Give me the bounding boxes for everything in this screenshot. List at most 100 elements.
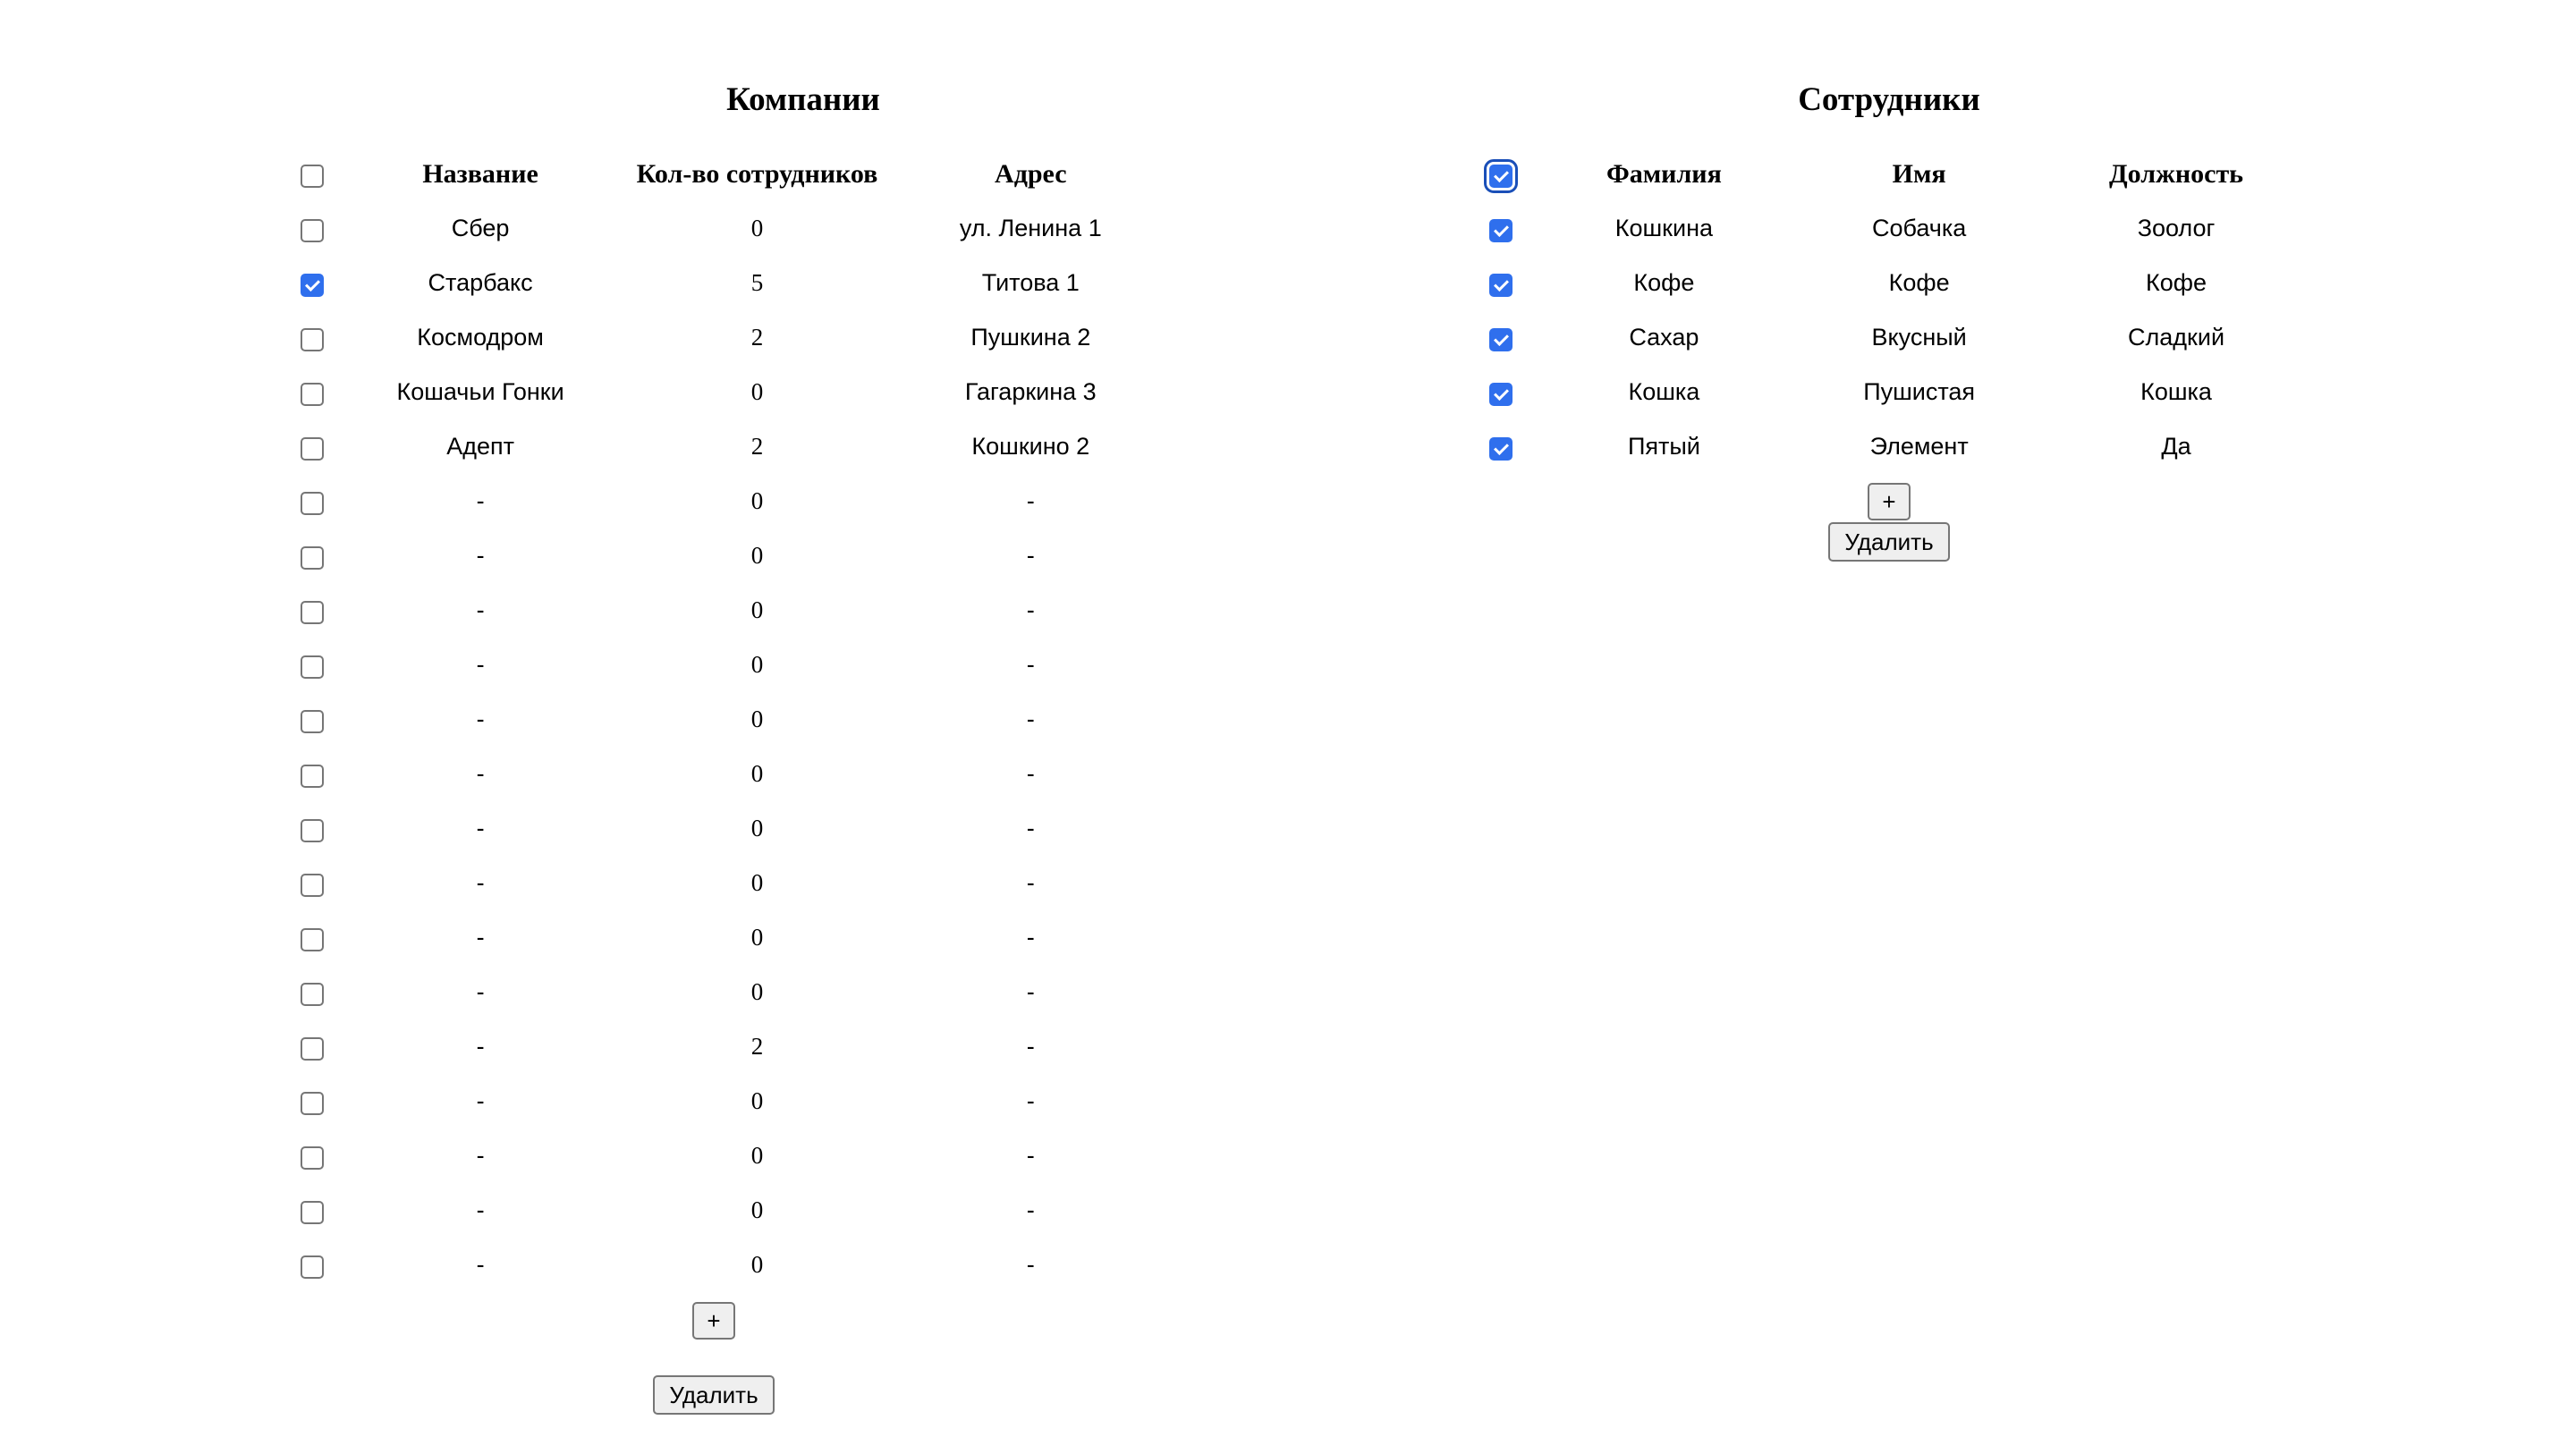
column-header-last-name: Фамилия: [1606, 159, 1722, 189]
company-name-cell: -: [476, 1087, 485, 1114]
employee-row-checkbox[interactable]: [1488, 382, 1513, 406]
company-name-cell: -: [476, 1251, 485, 1278]
company-address-cell: -: [1026, 596, 1035, 623]
company-count-cell: 0: [750, 706, 764, 732]
company-row-checkbox[interactable]: [300, 382, 324, 406]
company-row-checkbox[interactable]: [300, 873, 324, 897]
column-header-first-name: Имя: [1892, 159, 1946, 189]
company-count-cell: 2: [750, 1033, 764, 1060]
company-name-cell: Сбер: [451, 215, 510, 241]
company-row-checkbox[interactable]: [300, 764, 324, 788]
companies-title: Компании: [726, 81, 880, 118]
employee-last-name-cell: Сахар: [1629, 324, 1699, 351]
employee-position-cell: Кошка: [2140, 378, 2212, 405]
company-address-cell: -: [1026, 706, 1035, 732]
employee-row-checkbox[interactable]: [1488, 218, 1513, 242]
company-row-checkbox[interactable]: [300, 1091, 324, 1115]
company-address-cell: -: [1026, 760, 1035, 787]
company-address-cell: -: [1026, 487, 1035, 514]
employee-row: Сахар Вкусный Сладкий: [1467, 310, 2304, 365]
company-count-cell: 0: [750, 1142, 764, 1169]
company-row: Сбер 0 ул. Ленина 1: [279, 201, 1159, 256]
company-row: - 0 -: [279, 528, 1159, 583]
company-row: Адепт 2 Кошкино 2: [279, 419, 1159, 474]
column-header-count: Кол-во сотрудников: [636, 159, 878, 189]
company-count-cell: 0: [750, 978, 764, 1005]
employee-row: Кошка Пушистая Кошка: [1467, 365, 2304, 419]
column-header-name: Название: [422, 159, 538, 189]
employees-select-all-checkbox[interactable]: [1483, 159, 1518, 194]
company-address-cell: Титова 1: [981, 269, 1080, 296]
company-count-cell: 0: [750, 215, 764, 241]
employee-position-cell: Да: [2161, 433, 2191, 460]
company-address-cell: -: [1026, 1087, 1035, 1114]
company-row-checkbox[interactable]: [300, 655, 324, 679]
company-address-cell: -: [1026, 815, 1035, 841]
company-row-checkbox[interactable]: [300, 545, 324, 570]
delete-companies-button[interactable]: Удалить: [653, 1375, 775, 1415]
column-header-address: Адрес: [995, 159, 1067, 189]
company-count-cell: 0: [750, 1251, 764, 1278]
company-row-checkbox[interactable]: [300, 927, 324, 951]
company-row-checkbox[interactable]: [300, 218, 324, 242]
company-row: Кошачьи Гонки 0 Гагаркина 3: [279, 365, 1159, 419]
company-row-checkbox[interactable]: [300, 491, 324, 515]
company-row-checkbox[interactable]: [300, 273, 324, 297]
company-row: - 0 -: [279, 1074, 1159, 1129]
company-row: - 0 -: [279, 1129, 1159, 1183]
company-row-checkbox[interactable]: [300, 1036, 324, 1061]
company-row: - 2 -: [279, 1019, 1159, 1074]
company-count-cell: 0: [750, 651, 764, 678]
company-count-cell: 0: [750, 378, 764, 405]
add-company-button[interactable]: +: [692, 1302, 735, 1340]
employee-row-checkbox[interactable]: [1488, 436, 1513, 461]
company-name-cell: -: [476, 1196, 485, 1223]
company-name-cell: Космодром: [417, 324, 544, 351]
company-row-checkbox[interactable]: [300, 818, 324, 842]
company-count-cell: 5: [750, 269, 764, 296]
company-count-cell: 0: [750, 596, 764, 623]
employee-row-checkbox[interactable]: [1488, 327, 1513, 351]
employees-title: Сотрудники: [1798, 81, 1980, 118]
column-header-position: Должность: [2109, 159, 2244, 189]
company-name-cell: -: [476, 706, 485, 732]
employee-first-name-cell: Кофе: [1888, 269, 1950, 296]
company-name-cell: -: [476, 815, 485, 841]
employee-row-checkbox[interactable]: [1488, 273, 1513, 297]
add-employee-button[interactable]: +: [1868, 483, 1911, 520]
company-name-cell: -: [476, 869, 485, 896]
employee-position-cell: Кофе: [2146, 269, 2207, 296]
company-count-cell: 2: [750, 433, 764, 460]
companies-select-all-checkbox[interactable]: [300, 165, 324, 189]
delete-employees-button[interactable]: Удалить: [1828, 522, 1950, 562]
company-address-cell: -: [1026, 924, 1035, 951]
company-row-checkbox[interactable]: [300, 600, 324, 624]
employee-first-name-cell: Элемент: [1869, 433, 1969, 460]
company-row-checkbox[interactable]: [300, 1145, 324, 1170]
company-count-cell: 0: [750, 1196, 764, 1223]
company-name-cell: -: [476, 542, 485, 569]
company-row-checkbox[interactable]: [300, 327, 324, 351]
company-count-cell: 0: [750, 487, 764, 514]
company-address-cell: -: [1026, 869, 1035, 896]
company-row-checkbox[interactable]: [300, 436, 324, 461]
company-row-checkbox[interactable]: [300, 1200, 324, 1224]
company-address-cell: -: [1026, 1251, 1035, 1278]
company-count-cell: 0: [750, 760, 764, 787]
company-address-cell: -: [1026, 1142, 1035, 1169]
company-row: - 0 -: [279, 910, 1159, 965]
employee-first-name-cell: Собачка: [1872, 215, 1967, 241]
company-row: - 0 -: [279, 474, 1159, 528]
company-address-cell: -: [1026, 978, 1035, 1005]
company-row-checkbox[interactable]: [300, 1255, 324, 1279]
company-row-checkbox[interactable]: [300, 709, 324, 733]
company-row-checkbox[interactable]: [300, 982, 324, 1006]
company-row: - 0 -: [279, 1238, 1159, 1292]
employee-row: Кошкина Собачка Зоолог: [1467, 201, 2304, 256]
company-name-cell: Адепт: [446, 433, 514, 460]
company-count-cell: 0: [750, 1087, 764, 1114]
company-name-cell: -: [476, 760, 485, 787]
company-name-cell: -: [476, 978, 485, 1005]
company-name-cell: -: [476, 1033, 485, 1060]
company-row: - 0 -: [279, 747, 1159, 801]
